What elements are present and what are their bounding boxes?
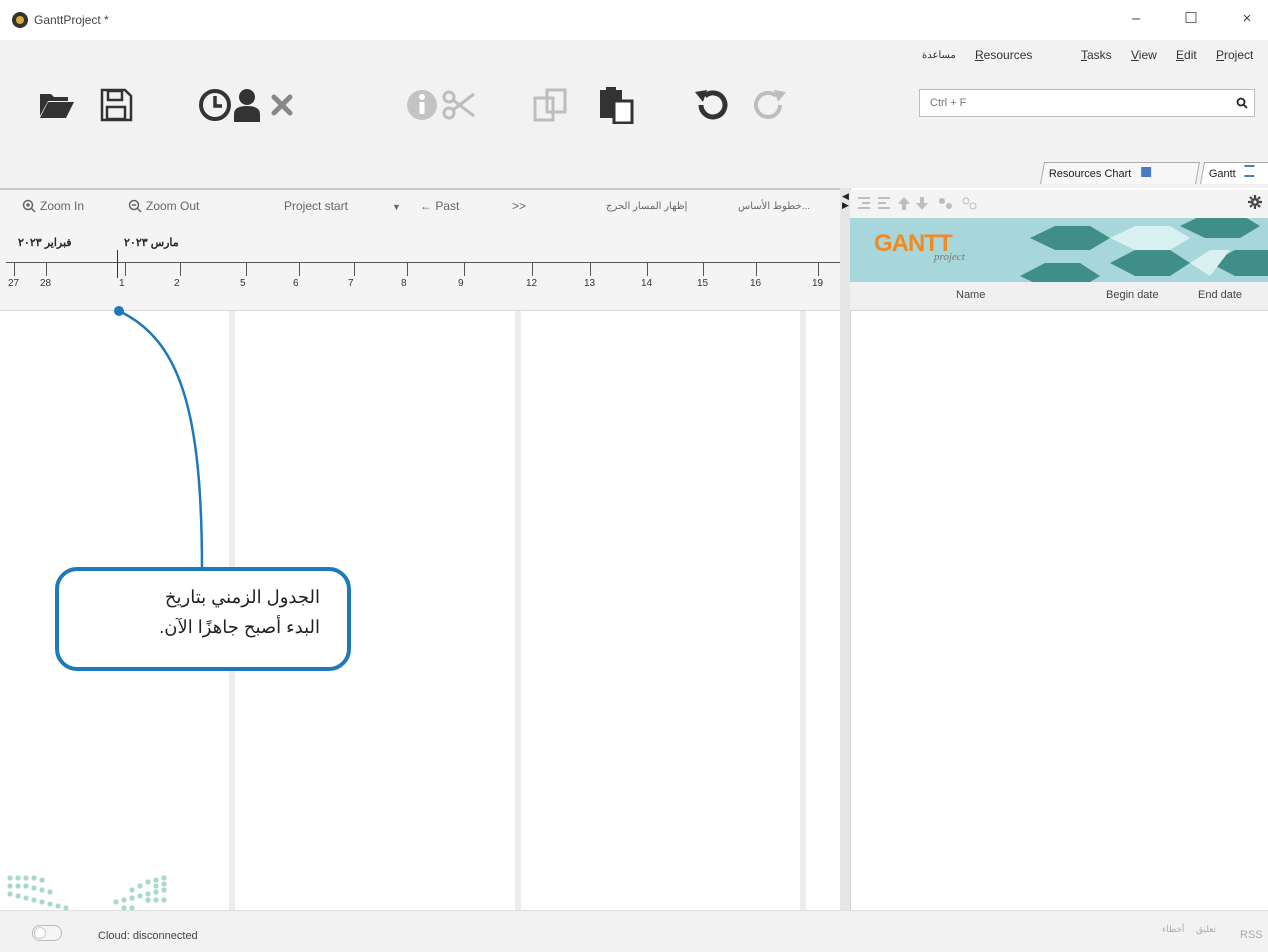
timeline-day-label: 15 [697,278,709,289]
chevron-down-icon[interactable]: ▼ [392,202,401,212]
title-bar [0,0,1268,40]
timeline-tick [354,262,355,276]
decorative-dots [7,875,167,911]
past-button[interactable]: ← Past [420,199,459,213]
tab-gantt-label: Gantt [1208,168,1236,180]
search-icon[interactable] [1236,97,1248,109]
gantt-icon [1244,165,1255,177]
resources-chart-icon [1140,167,1151,177]
project-start-button[interactable]: Project start [284,199,348,213]
user-icon[interactable] [228,86,266,124]
tab-resources-chart[interactable]: Resources Chart [1040,162,1200,184]
show-critical-path-button[interactable]: إظهار المسار الحرج [606,201,687,212]
paste-icon[interactable] [597,86,635,124]
timeline-tick [125,262,126,276]
gantt-banner: GANTT project [850,218,1268,282]
maximize-button[interactable]: ☐ [1176,8,1206,30]
menu-project[interactable]: Project [1216,48,1253,62]
minimize-button[interactable]: – [1121,8,1151,30]
project-start-marker [117,250,118,278]
timeline-day-label: 6 [293,278,299,289]
zoom-out-icon[interactable] [128,199,142,213]
panel-splitter[interactable] [840,188,850,910]
cut-icon[interactable] [440,86,478,124]
rss-link[interactable]: RSS [1240,929,1263,941]
callout-pointer [114,306,204,571]
timeline-tick [756,262,757,276]
timeline-tick [180,262,181,276]
menu-edit[interactable]: Edit [1176,48,1197,62]
timeline-tick [818,262,819,276]
timeline-day-label: 28 [40,278,52,289]
callout-line-2: البدء أصبح جاهزًا الآن. [159,617,320,637]
timeline-day-label: 1 [119,278,125,289]
timeline-tick [14,262,15,276]
timeline-day-label: 19 [812,278,824,289]
timeline-day-label: 2 [174,278,180,289]
info-icon[interactable] [403,86,441,124]
zoom-out-button[interactable]: Zoom Out [146,199,199,213]
cloud-toggle[interactable] [32,925,62,941]
gantt-logo-subtext: project [934,251,965,263]
baselines-button[interactable]: خطوط الأساس... [738,201,810,212]
timeline-tick [407,262,408,276]
close-button[interactable]: × [1232,8,1262,30]
zoom-in-button[interactable]: Zoom In [40,199,84,213]
timeline-tick [46,262,47,276]
timeline-day-label: 9 [458,278,464,289]
weekend-column [515,311,521,910]
zoom-in-icon[interactable] [22,199,36,213]
weekend-column [800,311,806,910]
menu-bar [0,40,1268,70]
timeline-day-label: 16 [750,278,762,289]
search-box[interactable] [919,89,1255,117]
save-icon[interactable] [97,86,135,124]
timeline-tick [532,262,533,276]
month-label-mar: مارس ٢٠٢٣ [124,237,179,249]
undo-icon[interactable] [693,86,731,124]
open-folder-icon[interactable] [38,86,76,124]
column-header-begin-date[interactable]: Begin date [1106,289,1159,301]
task-tree-tools [858,197,977,210]
errors-link[interactable]: أخطاء [1162,924,1184,935]
month-label-feb: فبراير ٢٠٢٣ [18,237,72,249]
timeline-tick [703,262,704,276]
tab-resources-chart-label: Resources Chart [1048,168,1132,180]
timeline-tick [299,262,300,276]
search-input[interactable] [928,96,1222,110]
menu-view[interactable]: View [1131,48,1157,62]
menu-resources[interactable]: Resources [975,48,1032,62]
timeline-tick [464,262,465,276]
next-button[interactable]: >> [512,199,526,213]
timeline-day-label: 8 [401,278,407,289]
timeline-tick [590,262,591,276]
delete-icon[interactable] [263,86,301,124]
copy-icon[interactable] [531,86,569,124]
timeline-tick [246,262,247,276]
gear-icon[interactable] [1248,195,1262,209]
timeline-day-label: 13 [584,278,596,289]
timeline-day-label: 5 [240,278,246,289]
app-logo-icon [12,12,28,28]
column-header-end-date[interactable]: End date [1198,289,1242,301]
menu-help[interactable]: مساعدة [922,50,956,61]
timeline-day-label: 14 [641,278,653,289]
timeline-axis [6,262,840,263]
timeline-tick [647,262,648,276]
window-title: GanttProject * [34,13,109,27]
tab-gantt[interactable]: Gantt [1200,162,1268,184]
comment-link[interactable]: تعليق [1196,924,1216,935]
timeline-day-label: 27 [8,278,20,289]
column-header-name[interactable]: Name [956,289,985,301]
callout-text: الجدول الزمني بتاريخ البدء أصبح جاهزًا ا… [60,582,320,642]
cloud-status: Cloud: disconnected [98,930,198,942]
callout-line-1: الجدول الزمني بتاريخ [164,587,320,607]
splitter-arrows-icon[interactable]: ◀ ▶ [842,192,849,210]
timeline-day-label: 12 [526,278,538,289]
timeline-day-label: 7 [348,278,354,289]
menu-tasks[interactable]: Tasks [1081,48,1112,62]
redo-icon[interactable] [750,86,788,124]
